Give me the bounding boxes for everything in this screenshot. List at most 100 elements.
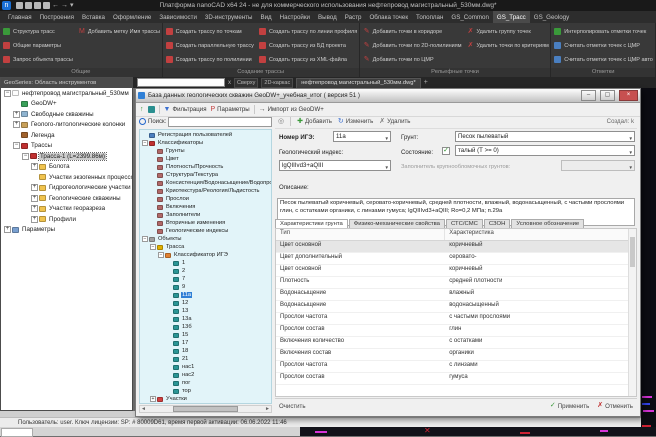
db-tree-item[interactable]: +тор <box>140 387 271 395</box>
gs-tree-item[interactable]: +Участки георазреза <box>1 204 132 215</box>
gs-tree-item[interactable]: +Параметры <box>1 225 132 236</box>
edit-button[interactable]: ↻Изменить <box>338 118 373 126</box>
expander-icon[interactable]: + <box>150 396 156 402</box>
db-tree-item[interactable]: +Геологические индексы <box>140 227 271 235</box>
ribbon-tab-Построения[interactable]: Построения <box>36 11 78 23</box>
ribbon-button[interactable]: Создать трассу по полилинии <box>166 53 254 66</box>
new-icon[interactable] <box>16 2 23 9</box>
new-document-tab-button[interactable]: + <box>424 79 428 86</box>
db-tree-item[interactable]: +7 <box>140 275 271 283</box>
expander-icon[interactable]: + <box>31 163 38 170</box>
soil-combo[interactable]: Песок пылеватый▼ <box>455 131 635 142</box>
ribbon-button[interactable]: Создать трассу из XML-файла <box>259 53 357 66</box>
expander-icon[interactable]: + <box>13 121 20 128</box>
db-tree-item[interactable]: +нас1 <box>140 363 271 371</box>
db-tree-item[interactable]: +Вторичные изменения <box>140 219 271 227</box>
expander-icon[interactable]: − <box>150 244 156 250</box>
db-tree-item[interactable]: +Заполнители <box>140 211 271 219</box>
tab-СЗОН[interactable]: СЗОН <box>484 219 511 228</box>
search-input[interactable] <box>168 117 272 127</box>
ribbon-button[interactable]: Считать отметки точек с ЦМР <box>554 39 653 52</box>
ribbon-tab-GS_Geology[interactable]: GS_Geology <box>530 11 573 23</box>
open-icon[interactable] <box>25 2 32 9</box>
ribbon-tab-GS_Трасс[interactable]: GS_Трасс <box>493 11 530 23</box>
scroll-right-icon[interactable]: ► <box>264 406 271 412</box>
ribbon-button[interactable]: Создать трассу из БД проекта <box>259 39 357 52</box>
db-tree-item[interactable]: −Классификаторы <box>140 139 271 147</box>
table-row[interactable]: Прослои частотас частыми прослоями <box>276 313 636 325</box>
db-tree-item[interactable]: −Классификатор ИГЭ <box>140 251 271 259</box>
ribbon-button[interactable]: Создать трассу по точкам <box>166 25 254 38</box>
ribbon-tab-Облака точек[interactable]: Облака точек <box>365 11 412 23</box>
up-green-button[interactable]: ↑ <box>140 106 144 114</box>
save-icon[interactable] <box>34 2 41 9</box>
table-row[interactable]: Прослои составглин <box>276 325 636 337</box>
db-tree-item[interactable]: +Криотекстура/Реология/Льдистость <box>140 187 271 195</box>
db-tree-item[interactable]: +11а <box>140 291 271 299</box>
db-tree-item[interactable]: +13б <box>140 323 271 331</box>
ribbon-button[interactable]: МДобавить метку Имя трассы <box>78 25 160 38</box>
gs-tree-item[interactable]: +Участки экзогенных процессов <box>1 172 132 183</box>
db-tree-item[interactable]: +18 <box>140 347 271 355</box>
db-tree-item[interactable]: +9 <box>140 283 271 291</box>
add-button[interactable]: ✚Добавить <box>297 118 332 126</box>
ribbon-tab-Растр[interactable]: Растр <box>341 11 366 23</box>
cancel-button[interactable]: ✗Отменить <box>597 402 633 410</box>
db-tree-item[interactable]: +15 <box>140 331 271 339</box>
db-tree-item[interactable]: −Трасса <box>140 243 271 251</box>
table-row[interactable]: Цвет основнойкоричневый <box>276 241 636 253</box>
table-row[interactable]: Плотностьсредней плотности <box>276 277 636 289</box>
cad-drawing-strip[interactable] <box>641 88 656 436</box>
redo-icon[interactable]: → <box>61 2 68 9</box>
db-tree-item[interactable]: +Цвет <box>140 155 271 163</box>
ribbon-tab-Зависимости[interactable]: Зависимости <box>155 11 201 23</box>
db-tree-item[interactable]: +нас2 <box>140 371 271 379</box>
delete-button[interactable]: ✗Удалить <box>379 118 410 126</box>
ribbon-button[interactable]: ✗Удалить точки по критериям <box>467 39 549 52</box>
ribbon-button[interactable]: ✗Удалить группу точек <box>467 25 549 38</box>
find-icon[interactable]: ◎ <box>278 118 284 126</box>
db-tree-item[interactable]: +Участки <box>140 395 271 403</box>
print-icon[interactable] <box>43 2 50 9</box>
expander-icon[interactable]: − <box>142 236 148 242</box>
ribbon-tab-Вывод[interactable]: Вывод <box>314 11 341 23</box>
expander-icon[interactable]: + <box>31 205 38 212</box>
maximize-button[interactable]: ▢ <box>600 90 615 101</box>
ribbon-tab-Настройки[interactable]: Настройки <box>276 11 314 23</box>
db-tree-item[interactable]: +Прослои <box>140 195 271 203</box>
gs-tree-item[interactable]: +Легенда <box>1 130 132 141</box>
импорт-из-geodw--button[interactable]: →Импорт из GeoDW+ <box>259 106 324 114</box>
menu-icon[interactable]: ▾ <box>70 2 74 9</box>
vertical-scrollbar[interactable] <box>628 229 636 396</box>
gs-tree-item[interactable]: −нефтепровод магистральный_530мм <box>1 88 132 99</box>
db-tree-item[interactable]: +Грунты <box>140 147 271 155</box>
column-header-characteristic[interactable]: Характеристика <box>445 229 636 240</box>
db-tree-item[interactable]: −Объекты <box>140 235 271 243</box>
db-tree-item[interactable]: +Регистрация пользователей <box>140 131 271 139</box>
table-row[interactable]: Включения количествос остатками <box>276 337 636 349</box>
ribbon-button[interactable]: Интерполировать отметки точек <box>554 25 653 38</box>
ribbon-button[interactable]: Считать отметки точек с ЦМР авто <box>554 53 653 66</box>
db-tree-item[interactable]: +Консистенция/Водонасыщение/Водопроницае… <box>140 179 271 187</box>
gs-tree-item[interactable]: +Гидрогеологические участки <box>1 183 132 194</box>
dialog-titlebar[interactable]: База данных геологических скважин GeoDW+… <box>136 89 640 103</box>
expander-icon[interactable]: + <box>4 226 11 233</box>
tab-СТС/СМС[interactable]: СТС/СМС <box>446 219 483 228</box>
ribbon-tab-Вставка[interactable]: Вставка <box>78 11 109 23</box>
close-button[interactable]: × <box>619 90 638 101</box>
db-tree-item[interactable]: +Плотность/Прочность <box>140 163 271 171</box>
gs-tree-item[interactable]: +GeoDW+ <box>1 99 132 110</box>
table-row[interactable]: Цвет основнойкоричневый <box>276 265 636 277</box>
geo-index-combo[interactable]: lgQIIIvd3+aQIII▼ <box>279 160 391 171</box>
viewport-visualstyle-button[interactable]: 2D-каркас <box>261 78 293 88</box>
apply-button[interactable]: ✓Применить <box>550 402 589 410</box>
undo-icon[interactable]: ← <box>52 2 59 9</box>
gs-tree-item[interactable]: +Профили <box>1 214 132 225</box>
table-row[interactable]: Цвет дополнительныйсеровато- <box>276 253 636 265</box>
expander-icon[interactable]: + <box>31 195 38 202</box>
фильтрация-button[interactable]: ▼Фильтрация <box>164 106 207 114</box>
gs-tree-item[interactable]: +Болота <box>1 162 132 173</box>
tab-Физико-механические свойства[interactable]: Физико-механические свойства <box>349 219 445 228</box>
expander-icon[interactable]: − <box>4 90 11 97</box>
state-checkbox[interactable]: ✓ <box>442 147 450 155</box>
